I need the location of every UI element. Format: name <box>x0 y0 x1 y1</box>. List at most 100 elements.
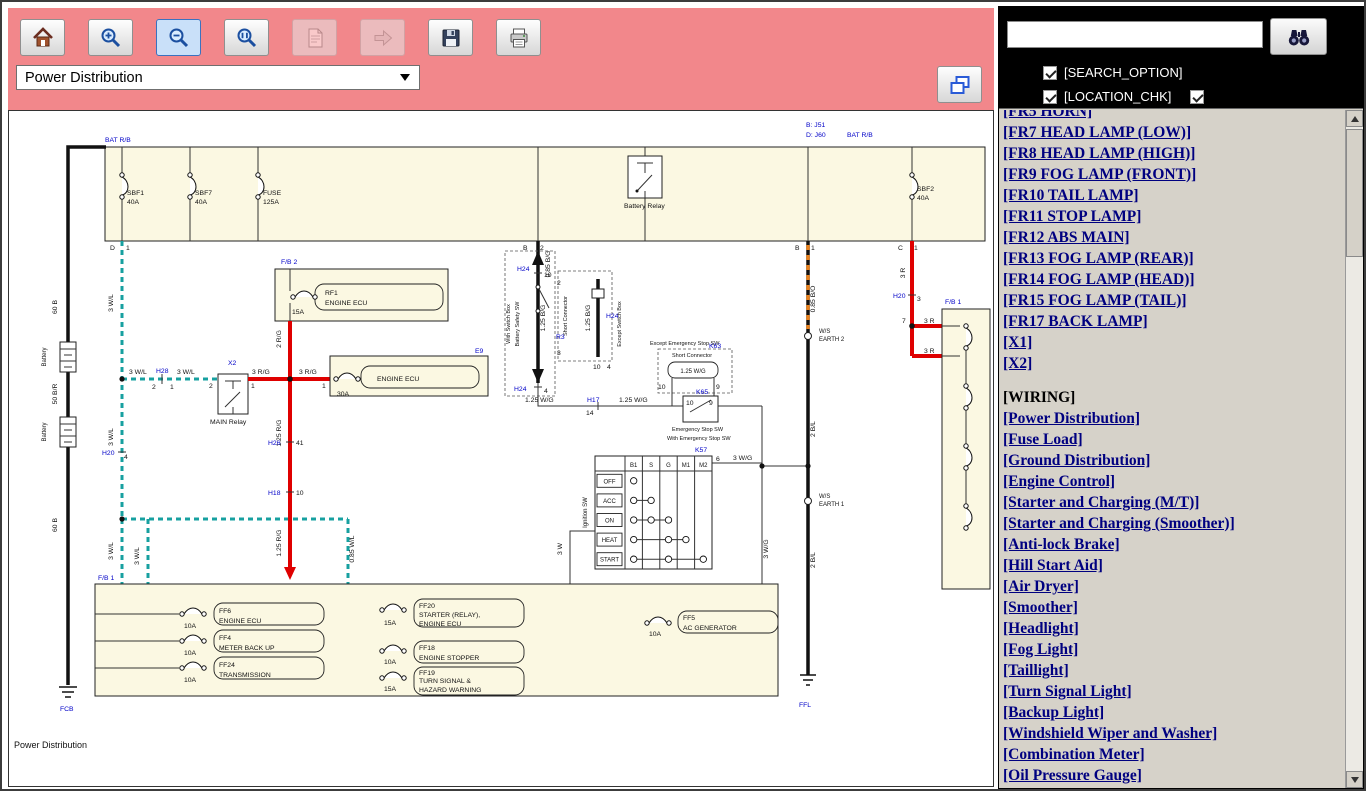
fuse-box-1-right <box>942 309 990 589</box>
diagram-label: 40A <box>127 199 140 206</box>
diagram-label: 4 <box>607 364 611 371</box>
connector-label: X2 <box>228 360 237 367</box>
diagram-link[interactable]: [FR7 HEAD LAMP (LOW)] <box>1003 122 1345 143</box>
diagram-link[interactable]: [FR8 HEAD LAMP (HIGH)] <box>1003 143 1345 164</box>
diagram-label: 3 R <box>900 268 907 279</box>
diagram-link[interactable]: [FR17 BACK LAMP] <box>1003 311 1345 332</box>
print-button[interactable] <box>496 19 541 56</box>
diagram-link[interactable]: [FR12 ABS MAIN] <box>1003 227 1345 248</box>
diagram-label: B <box>523 245 528 252</box>
diagram-label: 10 <box>296 490 304 497</box>
scroll-up-button[interactable] <box>1346 110 1363 127</box>
diagram-link[interactable]: [Power Distribution] <box>1003 408 1345 429</box>
forward-arrow-icon <box>371 26 395 50</box>
search-input[interactable] <box>1007 21 1263 48</box>
diagram-label: 3 <box>557 350 561 357</box>
diagram-label: TRANSMISSION <box>219 672 271 679</box>
scroll-down-button[interactable] <box>1346 771 1363 788</box>
diagram-link[interactable]: [FR15 FOG LAMP (TAIL)] <box>1003 290 1345 311</box>
home-button[interactable] <box>20 19 65 56</box>
diagram-label: 10A <box>184 623 197 630</box>
connector-label: K57 <box>695 447 707 454</box>
diagram-link[interactable]: [FR13 FOG LAMP (REAR)] <box>1003 248 1345 269</box>
zoom-original-icon <box>235 26 259 50</box>
ignition-column-header: M2 <box>699 463 708 469</box>
diagram-link[interactable]: [Smoother] <box>1003 597 1345 618</box>
diagram-label: 3 W/L <box>108 542 115 560</box>
diagram-link[interactable]: [Turn Signal Light] <box>1003 681 1345 702</box>
diagram-label: RF1 <box>325 290 338 297</box>
save-button[interactable] <box>428 19 473 56</box>
diagram-label: ENGINE ECU <box>219 618 261 625</box>
diagram-link[interactable]: [Ground Distribution] <box>1003 450 1345 471</box>
diagram-link[interactable]: [Oil Pressure Gauge] <box>1003 765 1345 786</box>
search-button[interactable] <box>1270 18 1327 55</box>
diagram-link[interactable]: [Engine Control] <box>1003 471 1345 492</box>
diagram-label: 40A <box>195 199 208 206</box>
diagram-link[interactable]: [Hill Start Aid] <box>1003 555 1345 576</box>
diagram-label: 2 <box>209 383 213 390</box>
diagram-label: Short Connector <box>563 296 569 336</box>
diagram-link[interactable]: [Windshield Wiper and Washer] <box>1003 723 1345 744</box>
diagram-label: 2 B/L <box>810 552 817 568</box>
location-chk-label: [LOCATION_CHK] <box>1064 89 1171 104</box>
diagram-label: D <box>110 245 115 252</box>
ignition-column-header: S <box>649 463 653 469</box>
scrollbar-thumb[interactable] <box>1346 129 1363 257</box>
diagram-link[interactable]: [Taillight] <box>1003 660 1345 681</box>
diagram-label: 41 <box>296 440 304 447</box>
diagram-label: 1.25 W/G <box>619 397 648 404</box>
diagram-select[interactable]: Power Distribution <box>16 65 420 90</box>
diagram-link[interactable]: [FR14 FOG LAMP (HEAD)] <box>1003 269 1345 290</box>
diagram-link[interactable]: [X1] <box>1003 332 1345 353</box>
diagram-label: 1 <box>914 245 918 252</box>
location-chk-checkbox[interactable] <box>1043 90 1057 104</box>
diagram-link[interactable]: [FR9 FOG LAMP (FRONT)] <box>1003 164 1345 185</box>
diagram-label: 50 B/R <box>52 384 59 405</box>
sidebar-scrollbar[interactable] <box>1345 110 1363 788</box>
diagram-link[interactable]: [Headlight] <box>1003 618 1345 639</box>
location-extra-checkbox[interactable] <box>1190 90 1204 104</box>
fit-page-button[interactable] <box>292 19 337 56</box>
new-window-icon <box>948 73 972 97</box>
diagram-link[interactable]: [Anti-lock Brake] <box>1003 534 1345 555</box>
main-relay <box>218 374 248 414</box>
new-window-button[interactable] <box>937 66 982 103</box>
diagram-label: AC GENERATOR <box>683 625 737 632</box>
diagram-link[interactable]: [X2] <box>1003 353 1345 374</box>
binoculars-icon <box>1286 25 1312 49</box>
diagram-link[interactable]: [Combination Meter] <box>1003 744 1345 765</box>
diagram-label: 2 <box>557 280 561 287</box>
diagram-link[interactable]: [Air Dryer] <box>1003 576 1345 597</box>
diagram-label: 15A <box>384 686 397 693</box>
diagram-link[interactable]: [Starter and Charging (M/T)] <box>1003 492 1345 513</box>
search-option-checkbox[interactable] <box>1043 66 1057 80</box>
battery-bus-section <box>105 147 985 241</box>
diagram-label: W/S <box>819 494 830 500</box>
diagram-label: 7 <box>902 318 906 325</box>
diagram-label: ENGINE ECU <box>419 621 461 628</box>
zoom-out-button[interactable] <box>156 19 201 56</box>
diagram-link[interactable]: [Fuse Load] <box>1003 429 1345 450</box>
connector-label: K63 <box>709 343 721 350</box>
diagram-label: 1.25 B/G <box>540 305 547 332</box>
diagram-link[interactable]: [FR11 STOP LAMP] <box>1003 206 1345 227</box>
diagram-label: 2 <box>540 245 544 252</box>
diagram-canvas[interactable]: BAT R/BB: J51D: J60BAT R/BSBF140ASBF740A… <box>8 110 994 787</box>
connector-label: H28 <box>156 368 169 375</box>
diagram-link[interactable]: [Fog Light] <box>1003 639 1345 660</box>
forward-button[interactable] <box>360 19 405 56</box>
diagram-link[interactable]: [Horn] <box>1003 786 1345 788</box>
diagram-label: ENGINE ECU <box>377 376 419 383</box>
zoom-in-button[interactable] <box>88 19 133 56</box>
diagram-link[interactable]: [FR10 TAIL LAMP] <box>1003 185 1345 206</box>
diagram-label: 3 W/L <box>177 369 195 376</box>
diagram-link[interactable]: [Starter and Charging (Smoother)] <box>1003 513 1345 534</box>
connector-label: K65 <box>696 389 708 396</box>
diagram-link[interactable]: [Backup Light] <box>1003 702 1345 723</box>
diagram-label: ENGINE STOPPER <box>419 655 479 662</box>
connector-label: BAT R/B <box>105 137 131 144</box>
zoom-original-button[interactable] <box>224 19 269 56</box>
diagram-link[interactable]: [FR5 HORN] <box>1003 110 1345 122</box>
diagram-select-value: Power Distribution <box>25 70 143 86</box>
